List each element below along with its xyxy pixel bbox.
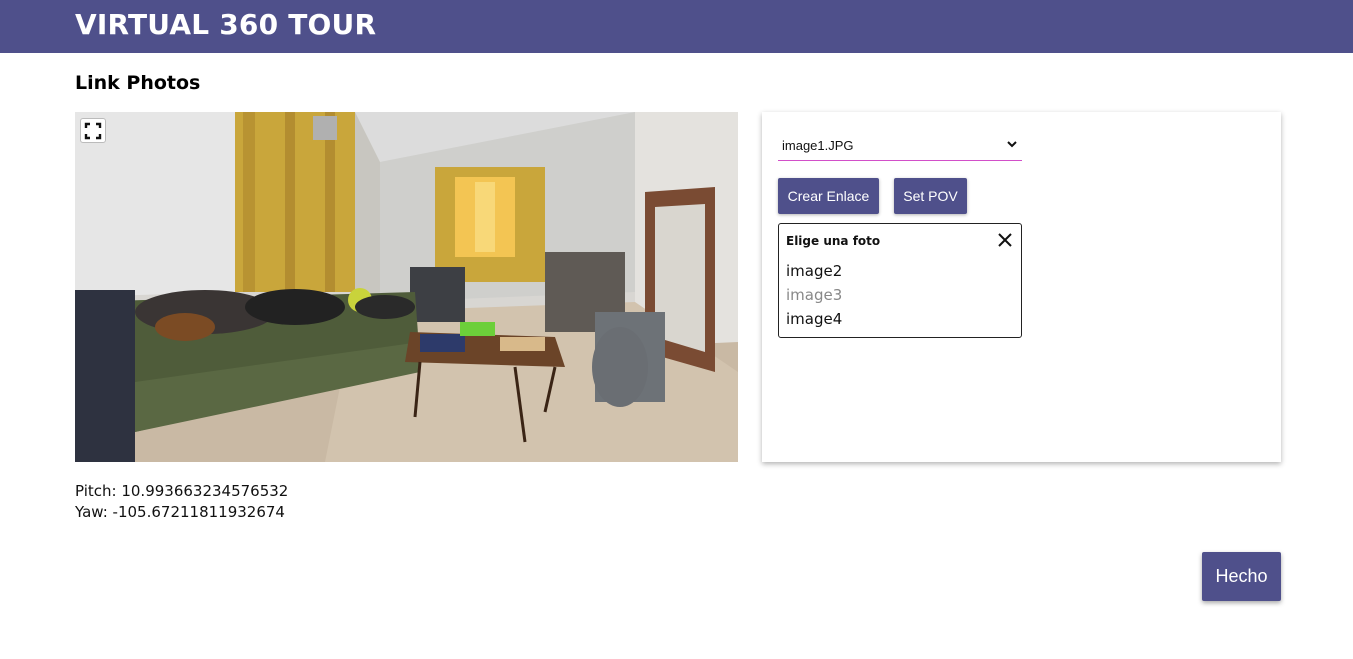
- close-icon[interactable]: [997, 232, 1013, 248]
- chooser-item-image4[interactable]: image4: [786, 307, 842, 331]
- chooser-title: Elige una foto: [786, 234, 881, 248]
- pitch-readout: Pitch: 10.993663234576532: [75, 482, 289, 500]
- app-header: VIRTUAL 360 TOUR: [0, 0, 1353, 53]
- chooser-item-image2[interactable]: image2: [786, 259, 842, 283]
- fullscreen-button[interactable]: [80, 118, 106, 143]
- yaw-readout: Yaw: -105.67211811932674: [75, 503, 285, 521]
- done-button[interactable]: Hecho: [1202, 552, 1281, 601]
- photo-select-value: image1.JPG: [782, 137, 854, 153]
- photo-select[interactable]: image1.JPG: [778, 130, 1022, 161]
- chooser-list: image2 image3 image4: [786, 259, 842, 331]
- panorama-viewer[interactable]: [75, 112, 738, 462]
- pov-coordinates: Pitch: 10.993663234576532 Yaw: -105.6721…: [75, 481, 288, 523]
- chevron-down-icon: [1007, 141, 1017, 148]
- page-title: Link Photos: [75, 72, 201, 94]
- fullscreen-icon: [84, 122, 102, 139]
- chooser-item-image3: image3: [786, 286, 843, 304]
- set-pov-button[interactable]: Set POV: [894, 178, 967, 214]
- app-title: VIRTUAL 360 TOUR: [75, 8, 377, 41]
- create-link-button[interactable]: Crear Enlace: [778, 178, 879, 214]
- photo-chooser: Elige una foto image2 image3 image4: [778, 223, 1022, 338]
- link-panel: image1.JPG Crear Enlace Set POV Elige un…: [762, 112, 1281, 462]
- panorama-image[interactable]: [75, 112, 738, 462]
